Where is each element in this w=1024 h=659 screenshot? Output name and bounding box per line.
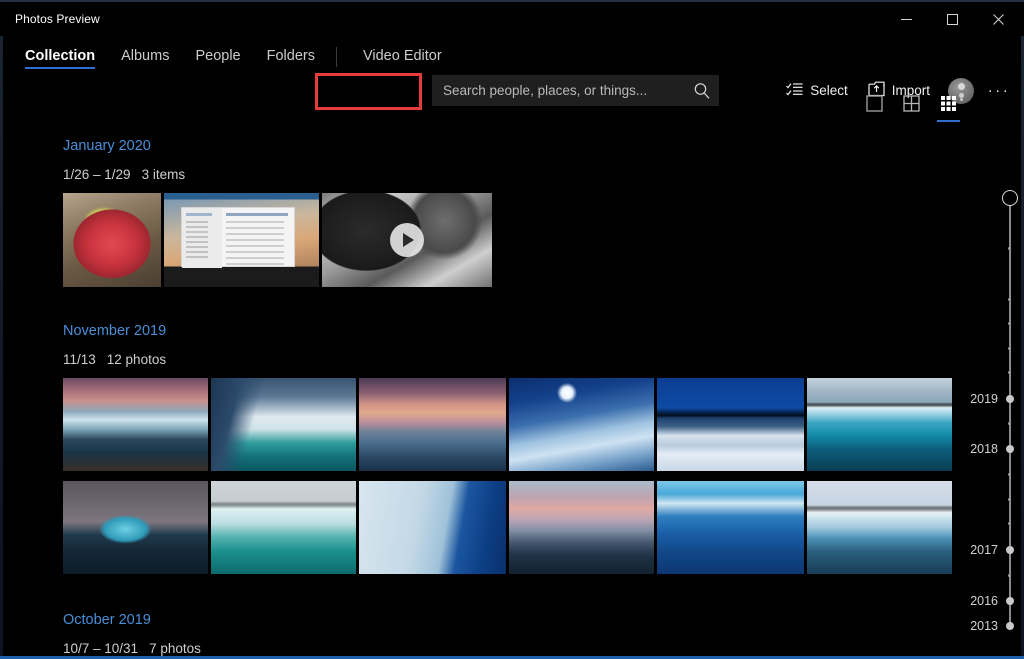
group-date-range: 1/26 – 1/29 [63,167,131,182]
timeline-tick[interactable] [1008,473,1011,476]
photo-apple[interactable] [63,193,161,287]
group-title[interactable]: January 2020 [3,138,1024,154]
tab-people[interactable]: People [182,36,253,79]
nav-tabs: Collection Albums People Folders Video E… [12,36,460,79]
photo-blue-ice-wave[interactable] [657,481,804,574]
nav-divider [335,47,337,67]
navigation-bar: Collection Albums People Folders Video E… [0,36,1024,110]
thumbnail-row [3,481,1024,574]
tab-video-editor[interactable]: Video Editor [345,36,460,79]
timeline-tick-2018[interactable] [1005,445,1014,453]
timeline-tick-2013[interactable] [1005,622,1014,630]
tab-collection[interactable]: Collection [12,36,108,79]
video-waterfall-rocks[interactable] [322,193,492,287]
group-count: 12 photos [106,352,167,367]
thumbnail-row [3,193,1024,287]
group-title[interactable]: November 2019 [3,323,1024,339]
photo-iceberg-pink-dusk[interactable] [359,378,506,471]
tab-people-label: People [195,48,241,64]
timeline-tick[interactable] [1008,371,1011,374]
photo-iceberg-turquoise-lagoon[interactable] [211,481,356,574]
group-date-range: 11/13 [63,352,96,367]
play-icon[interactable] [390,223,424,257]
timeline-tick-2019[interactable] [1005,395,1014,403]
timeline-tick[interactable] [1008,298,1011,301]
app-title: Photos Preview [15,12,100,26]
timeline-scroll-handle[interactable] [1002,190,1018,206]
photo-ice-shelf-horizon[interactable] [807,481,952,574]
minimize-button[interactable] [883,2,929,36]
timeline-tick-2016[interactable] [1005,597,1014,605]
group-count: 7 photos [149,641,201,656]
timeline-year-2019[interactable]: 2019 [970,392,998,406]
timeline-tick[interactable] [1008,347,1011,350]
timeline-year-2016[interactable]: 2016 [970,594,998,608]
group-subtitle: 10/7 – 10/31 7 photos [3,641,1024,656]
tab-albums-label: Albums [121,48,170,64]
group-subtitle: 1/26 – 1/29 3 items [3,167,1024,182]
close-button[interactable] [975,2,1021,36]
group-count: 3 items [141,167,186,182]
photo-desktop-screenshot[interactable] [164,193,319,287]
tab-collection-label: Collection [25,48,96,64]
photo-collection-scroll-area[interactable]: January 2020 1/26 – 1/29 3 items Novembe… [3,79,1024,656]
maximize-button[interactable] [929,2,975,36]
photo-iceberg-sun-glare[interactable] [509,378,654,471]
photos-app-window: Photos Preview Collection Albums People [0,0,1024,659]
timeline-scrollbar[interactable]: 2019 2018 2017 2016 2013 [962,79,1024,656]
window-controls [883,2,1021,36]
timeline-year-2013[interactable]: 2013 [970,619,998,633]
group-subtitle: 11/13 12 photos [3,352,1024,367]
photo-group-october-2019: October 2019 10/7 – 10/31 7 photos [3,574,1024,656]
photo-iceberg-blue-ocean[interactable] [807,378,952,471]
photo-group-january-2020: January 2020 1/26 – 1/29 3 items [3,79,1024,287]
tab-folders-label: Folders [266,48,315,64]
photo-iceberg-sunset-reflection[interactable] [63,378,208,471]
thumbnail-row [3,378,1024,471]
photo-ice-cliff-close[interactable] [359,481,506,574]
tab-folders[interactable]: Folders [254,36,328,79]
title-bar: Photos Preview [0,2,1024,36]
photo-iceberg-grey-sea[interactable] [63,481,208,574]
photo-iceberg-teal-water[interactable] [211,378,356,471]
photo-pink-mountains-dusk[interactable] [509,481,654,574]
timeline-year-2018[interactable]: 2018 [970,442,998,456]
photo-snow-mountain-blue-sky[interactable] [657,378,804,471]
timeline-tick[interactable] [1008,498,1011,501]
timeline-year-2017[interactable]: 2017 [970,543,998,557]
timeline-tick[interactable] [1008,574,1011,577]
photo-group-november-2019: November 2019 11/13 12 photos [3,287,1024,574]
group-title[interactable]: October 2019 [3,612,1024,628]
timeline-tick[interactable] [1008,422,1011,425]
tab-albums[interactable]: Albums [108,36,182,79]
timeline-tick[interactable] [1008,247,1011,250]
timeline-tick[interactable] [1008,322,1011,325]
timeline-tick[interactable] [1008,522,1011,525]
timeline-tick-2017[interactable] [1005,546,1014,554]
tab-video-editor-label: Video Editor [362,48,442,64]
timeline-track [1009,198,1011,626]
group-date-range: 10/7 – 10/31 [63,641,139,656]
